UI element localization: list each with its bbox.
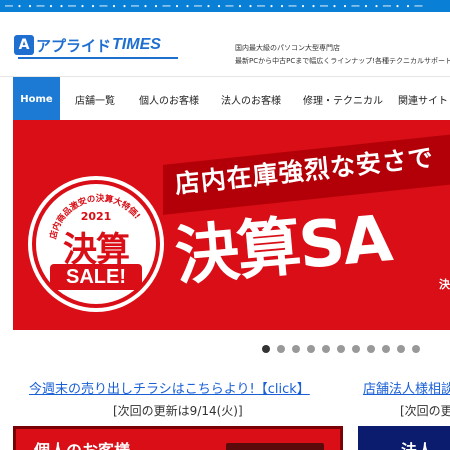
- hero-banner[interactable]: 店内在庫強烈な安さで 決算SA 店内商品激安の決算大特価! 2021 決算 SA…: [13, 120, 450, 330]
- nav-item-home[interactable]: Home: [13, 77, 60, 121]
- nav-item-corporate[interactable]: 法人のお客様: [212, 77, 290, 121]
- slider-dot[interactable]: [352, 345, 360, 353]
- nav-item-stores[interactable]: 店舗一覧: [64, 77, 126, 121]
- slider-pagination: [262, 345, 427, 354]
- site-logo[interactable]: A アプライド TIMES: [14, 34, 161, 56]
- tagline-line-2: 最新PCから中古PCまで幅広くラインナップ!各種テクニカルサポート: [235, 57, 450, 65]
- header-tagline: 国内最大級のパソコン大型専門店 最新PCから中古PCまで幅広くラインナップ!各種…: [235, 42, 450, 68]
- slider-dot[interactable]: [367, 345, 375, 353]
- corporate-customer-card[interactable]: 法人: [358, 426, 450, 450]
- personal-customer-card[interactable]: 個人のお客様: [13, 426, 343, 450]
- nav-item-repair[interactable]: 修理・テクニカル: [294, 77, 392, 121]
- nav-item-related-sites[interactable]: 関連サイト: [398, 77, 450, 121]
- badge-sale-label: SALE!: [50, 264, 142, 290]
- logo-text-en: TIMES: [112, 36, 161, 53]
- slider-dot[interactable]: [382, 345, 390, 353]
- slider-dot[interactable]: [292, 345, 300, 353]
- slider-dot[interactable]: [412, 345, 420, 353]
- corporate-card-title: 法人: [401, 437, 433, 450]
- tagline-line-1: 国内最大級のパソコン大型専門店: [235, 44, 340, 52]
- hero-corner-text: 決: [439, 278, 450, 291]
- main-nav: Home 店舗一覧 個人のお客様 法人のお客様 修理・テクニカル 関連サイト: [0, 76, 450, 121]
- nav-item-personal[interactable]: 個人のお客様: [130, 77, 208, 121]
- sale-badge: 店内商品激安の決算大特価! 2021 決算 SALE!: [32, 180, 160, 308]
- logo-underline: [18, 57, 178, 59]
- personal-card-tag: [226, 443, 324, 450]
- slider-dot[interactable]: [322, 345, 330, 353]
- hero-big-text: 決算SA: [172, 202, 394, 295]
- corporate-update-note: [次回の更: [400, 404, 450, 418]
- logo-mark-icon: A: [14, 35, 34, 55]
- flyer-link[interactable]: 今週末の売り出しチラシはこちらより!【click】: [29, 378, 310, 397]
- corporate-consult-link[interactable]: 店舗法人様相談: [363, 378, 450, 397]
- slider-dot[interactable]: [307, 345, 315, 353]
- flyer-update-note: [次回の更新は9/14(火)]: [113, 404, 243, 418]
- site-header: A アプライド TIMES 国内最大級のパソコン大型専門店 最新PCから中古PC…: [0, 12, 450, 76]
- slider-dot[interactable]: [262, 345, 270, 353]
- slider-dot[interactable]: [337, 345, 345, 353]
- slider-dot[interactable]: [397, 345, 405, 353]
- personal-card-title: 個人のお客様: [34, 437, 130, 450]
- top-announcement-bar: ー・・ー・・ー・・ー・・ー・・ー・・ー・・ー・・ー・・ー・・ー・・ー・・ー・・ー: [0, 0, 450, 12]
- top-announcement-text: ー・・ー・・ー・・ー・・ー・・ー・・ー・・ー・・ー・・ー・・ー・・ー・・ー・・ー: [4, 2, 424, 12]
- slider-dot[interactable]: [277, 345, 285, 353]
- logo-text: アプライド: [36, 36, 112, 55]
